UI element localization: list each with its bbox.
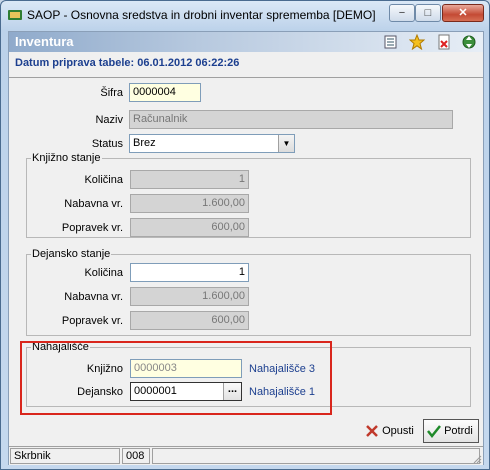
list-icon[interactable] bbox=[383, 34, 399, 50]
checkmark-icon bbox=[427, 425, 441, 439]
status-empty bbox=[152, 448, 480, 464]
knjizno-popravek-label: Popravek vr. bbox=[61, 222, 123, 234]
dejansko-kolicina-field[interactable]: 1 bbox=[130, 263, 249, 282]
dejansko-popravek-label: Popravek vr. bbox=[61, 315, 123, 327]
cancel-label: Opusti bbox=[382, 425, 414, 438]
star-icon[interactable] bbox=[409, 34, 425, 50]
refresh-icon[interactable] bbox=[461, 34, 477, 50]
status-bar: Skrbnik 008 bbox=[9, 446, 483, 465]
dejansko-nabavna-label: Nabavna vr. bbox=[64, 291, 123, 303]
cancel-icon bbox=[366, 425, 378, 437]
knjizno-stanje-title: Knjižno stanje bbox=[31, 152, 102, 164]
confirm-button[interactable]: Potrdi bbox=[423, 419, 479, 443]
title-bar[interactable]: SAOP - Osnovna sredstva in drobni invent… bbox=[1, 1, 489, 29]
knjizno-popravek-field: 600,00 bbox=[130, 218, 249, 237]
status-value: Brez bbox=[133, 137, 156, 149]
naziv-label: Naziv bbox=[95, 114, 123, 126]
window-title: SAOP - Osnovna sredstva in drobni invent… bbox=[27, 8, 376, 22]
dejansko-popravek-field: 600,00 bbox=[130, 311, 249, 330]
status-user: Skrbnik bbox=[10, 448, 120, 464]
header-bar: Inventura bbox=[9, 32, 483, 52]
status-dropdown[interactable]: Brez ▼ bbox=[129, 134, 295, 153]
maximize-button[interactable]: □ bbox=[415, 4, 441, 22]
cancel-button[interactable]: Opusti bbox=[365, 421, 420, 443]
status-label: Status bbox=[91, 138, 123, 150]
page-title: Inventura bbox=[15, 34, 74, 49]
confirm-label: Potrdi bbox=[444, 425, 473, 438]
sifra-field[interactable]: 0000004 bbox=[129, 83, 201, 102]
delete-icon[interactable] bbox=[436, 34, 452, 50]
dejansko-stanje-title: Dejansko stanje bbox=[31, 248, 112, 260]
knjizno-kolicina-label: Količina bbox=[84, 174, 123, 186]
dejansko-kolicina-label: Količina bbox=[84, 267, 123, 279]
chevron-down-icon[interactable]: ▼ bbox=[278, 135, 294, 152]
divider bbox=[9, 77, 483, 78]
knjizno-nabavna-label: Nabavna vr. bbox=[64, 198, 123, 210]
resize-grip-icon[interactable] bbox=[472, 454, 482, 464]
main-window: SAOP - Osnovna sredstva in drobni invent… bbox=[0, 0, 490, 470]
knjizno-nabavna-field: 1.600,00 bbox=[130, 194, 249, 213]
status-code: 008 bbox=[122, 448, 150, 464]
minimize-button[interactable]: − bbox=[389, 4, 415, 22]
sifra-label: Šifra bbox=[100, 87, 123, 99]
highlight-box bbox=[20, 341, 332, 415]
app-icon bbox=[8, 10, 22, 20]
knjizno-kolicina-field: 1 bbox=[130, 170, 249, 189]
dialog-client: Inventura Datum priprava tabele: 06.01.2… bbox=[8, 31, 484, 465]
close-button[interactable]: ✕ bbox=[442, 4, 484, 22]
table-date-label: Datum priprava tabele: 06.01.2012 06:22:… bbox=[15, 57, 240, 69]
dejansko-nabavna-field: 1.600,00 bbox=[130, 287, 249, 306]
naziv-field: Računalnik bbox=[129, 110, 453, 129]
